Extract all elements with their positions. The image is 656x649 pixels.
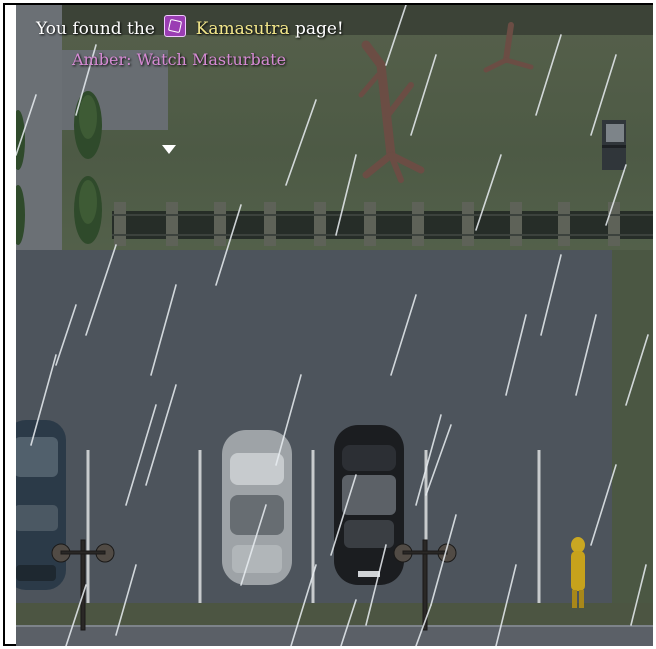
quest-label: Amber: Watch Masturbate <box>72 50 287 69</box>
shrub-bottom <box>74 176 102 244</box>
game-viewport[interactable]: You found the Kamasutra page! Amber: Wat… <box>16 5 653 646</box>
street-lamp-right <box>393 539 457 631</box>
npc-yellow-raincoat[interactable] <box>571 537 585 608</box>
notification-prefix: You found the <box>36 19 155 39</box>
parked-car-blue <box>16 420 66 590</box>
book-icon <box>164 15 187 37</box>
notification-item-name: Kamasutra <box>195 19 290 39</box>
parking-lines <box>86 450 541 603</box>
item-found-notification: You found the Kamasutra page! <box>36 15 344 39</box>
bare-tree <box>358 40 425 183</box>
shrub-top <box>74 91 102 159</box>
scene-art <box>16 5 653 646</box>
iron-fence <box>112 202 653 246</box>
trash-bin <box>602 120 626 170</box>
street-lamp-left <box>51 539 115 631</box>
parked-car-black <box>334 425 404 585</box>
down-triangle-icon <box>162 145 176 154</box>
parked-car-silver <box>222 430 292 585</box>
shrub-edge-2 <box>16 185 25 245</box>
notification-suffix: page! <box>294 19 344 39</box>
bare-tree-2 <box>483 22 534 73</box>
